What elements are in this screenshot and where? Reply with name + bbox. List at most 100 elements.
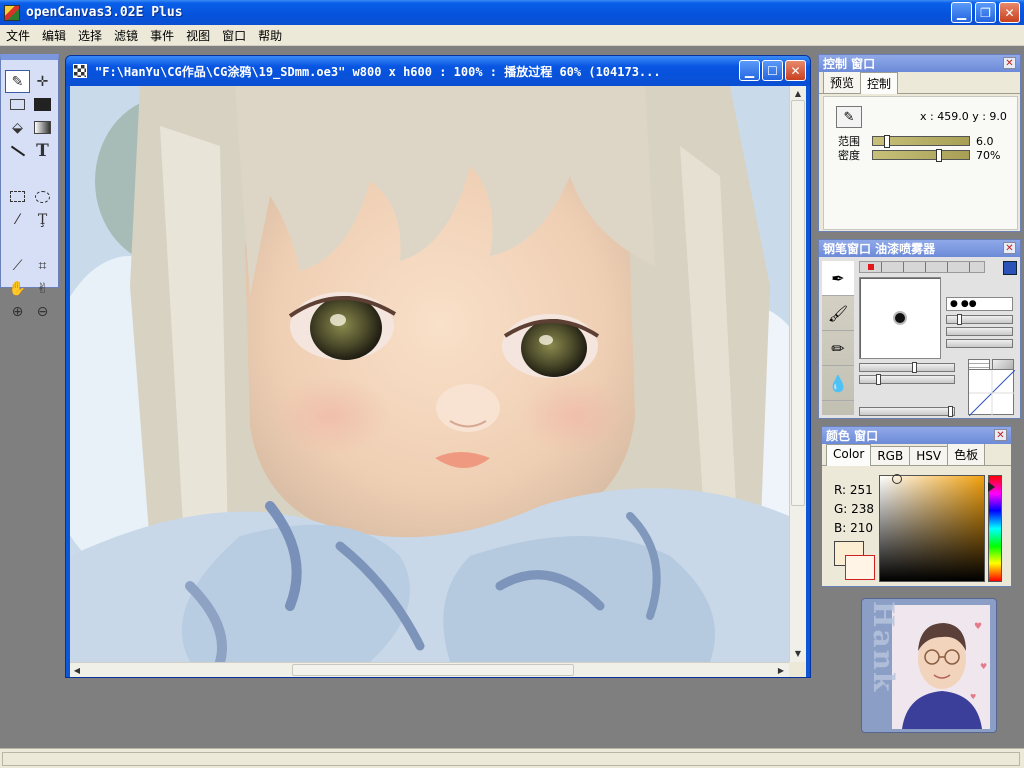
app-titlebar: openCanvas3.02E Plus ▁ ❐ ✕: [0, 0, 1024, 25]
line-tool[interactable]: [5, 139, 30, 162]
app-icon[interactable]: [4, 4, 20, 21]
water-drop-icon: 💧: [828, 373, 848, 393]
move-icon: ✛: [36, 73, 49, 90]
tab-color[interactable]: Color: [826, 444, 872, 466]
density-slider[interactable]: [872, 149, 970, 162]
zoom-out-tool[interactable]: ⊖: [30, 300, 55, 323]
tab-control[interactable]: 控制: [860, 72, 899, 94]
brush-size-ruler[interactable]: [859, 261, 985, 273]
brush-shape-selector[interactable]: ● ●●: [946, 297, 1013, 311]
rect-outline-tool[interactable]: [5, 93, 30, 116]
background-color-swatch[interactable]: [845, 555, 875, 580]
menu-help[interactable]: 帮助: [252, 27, 288, 44]
toolbox: ✎ ✛ ⬙ T ⁄ Ţ ⟋ ⌗ ✋ ✌ ⊕ ⊖: [0, 54, 59, 320]
brush-window-close-button[interactable]: ✕: [1003, 242, 1016, 254]
color-window-header[interactable]: 颜色 窗口 ✕: [822, 427, 1011, 444]
horizontal-scroll-thumb[interactable]: [292, 664, 574, 676]
text-tool[interactable]: T: [30, 139, 55, 162]
tab-preview[interactable]: 预览: [823, 71, 862, 93]
doc-close-button[interactable]: ✕: [785, 60, 806, 81]
bucket-tool[interactable]: ⬙: [5, 116, 30, 139]
airbrush-icon: ✒: [831, 268, 845, 288]
tab-rgb[interactable]: RGB: [870, 446, 911, 465]
close-icon: ✕: [996, 429, 1005, 441]
brush-panel-body: ✒ 🖌 ✏ 💧 ● ●●: [819, 257, 1020, 418]
restore-button[interactable]: ❐: [975, 2, 996, 23]
tab-hsv[interactable]: HSV: [909, 446, 949, 465]
doc-minimize-button[interactable]: ▁: [739, 60, 760, 81]
pen-icon: ✎: [843, 109, 855, 125]
brush-param-slider-3[interactable]: [946, 339, 1013, 348]
range-slider[interactable]: [872, 135, 970, 148]
menu-file[interactable]: 文件: [0, 27, 36, 44]
water-type[interactable]: 💧: [822, 366, 854, 401]
brush-param-slider-6[interactable]: [859, 406, 955, 417]
tool-separator: [5, 231, 55, 235]
cursor-coordinates: x : 459.0 y : 9.0: [920, 110, 1007, 123]
pen-tool[interactable]: ✎: [5, 70, 30, 93]
hand-tool[interactable]: ✋: [5, 277, 30, 300]
color-window-close-button[interactable]: ✕: [994, 429, 1007, 441]
saturation-value-field[interactable]: [879, 474, 985, 582]
doc-maximize-button[interactable]: ☐: [762, 60, 783, 81]
rotate-hand-tool[interactable]: ✌: [30, 277, 55, 300]
horizontal-scrollbar[interactable]: ◀ ▶: [70, 662, 789, 677]
text-select-tool[interactable]: Ţ: [30, 208, 55, 231]
paintbrush-type[interactable]: 🖌: [822, 296, 854, 331]
slider-knob[interactable]: [957, 314, 962, 325]
menu-select[interactable]: 选择: [72, 27, 108, 44]
airbrush-type[interactable]: ✒: [822, 261, 854, 296]
scroll-left-icon[interactable]: ◀: [70, 663, 84, 677]
rect-fill-tool[interactable]: [30, 93, 55, 116]
zoom-in-tool[interactable]: ⊕: [5, 300, 30, 323]
slider-knob[interactable]: [948, 406, 953, 417]
pencil-type[interactable]: ✏: [822, 331, 854, 366]
vertical-scroll-thumb[interactable]: [791, 100, 805, 506]
document-titlebar[interactable]: "F:\HanYu\CG作品\CG涂鸦\19_SDmm.oe3" w800 x …: [66, 56, 810, 86]
brush-param-slider-5[interactable]: [859, 374, 955, 385]
hue-marker-icon[interactable]: [988, 482, 995, 492]
eyedropper-tool[interactable]: ⟋: [5, 254, 30, 277]
control-window-header[interactable]: 控制 窗口 ✕: [819, 55, 1020, 72]
drawing-canvas[interactable]: [70, 86, 789, 662]
vertical-scrollbar[interactable]: ▲ ▼: [789, 86, 806, 662]
brush-param-slider-2[interactable]: [946, 327, 1013, 336]
scroll-down-icon[interactable]: ▼: [791, 646, 805, 660]
minimize-button[interactable]: ▁: [951, 2, 972, 23]
pressure-curve[interactable]: [968, 369, 1015, 416]
scroll-right-icon[interactable]: ▶: [774, 663, 788, 677]
menu-window[interactable]: 窗口: [216, 27, 252, 44]
crop-tool[interactable]: ⌗: [30, 254, 55, 277]
brush-window-header[interactable]: 钢笔窗口 油漆喷雾器 ✕: [819, 240, 1020, 257]
eyedropper-icon: ⟋: [12, 257, 23, 274]
slider-knob[interactable]: [876, 374, 881, 385]
close-button[interactable]: ✕: [999, 2, 1020, 23]
scroll-up-icon[interactable]: ▲: [791, 86, 805, 100]
magic-wand-tool[interactable]: ⁄: [5, 208, 30, 231]
tab-swatches[interactable]: 色板: [947, 443, 986, 465]
menu-view[interactable]: 视图: [180, 27, 216, 44]
brush-param-slider-4[interactable]: [859, 362, 955, 373]
menu-edit[interactable]: 编辑: [36, 27, 72, 44]
app-window-controls: ▁ ❐ ✕: [951, 2, 1020, 23]
pen-mode-button[interactable]: ✎: [836, 106, 862, 128]
gradient-tool[interactable]: [30, 116, 55, 139]
line-icon: [10, 145, 25, 156]
lasso-select-icon: [35, 190, 50, 203]
slider-knob[interactable]: [912, 362, 917, 373]
density-slider-knob[interactable]: [936, 149, 942, 162]
menu-event[interactable]: 事件: [144, 27, 180, 44]
hue-slider[interactable]: [988, 475, 1002, 582]
rect-select-tool[interactable]: [5, 185, 30, 208]
control-window-close-button[interactable]: ✕: [1003, 57, 1016, 69]
lasso-select-tool[interactable]: [30, 185, 55, 208]
save-brush-icon[interactable]: [1003, 261, 1017, 275]
menu-filter[interactable]: 滤镜: [108, 27, 144, 44]
brush-param-slider-1[interactable]: [946, 314, 1013, 325]
brush-preview: [859, 277, 941, 359]
document-icon[interactable]: [73, 64, 87, 78]
round-tip-icon: ●: [950, 299, 958, 309]
color-picker-cursor[interactable]: [892, 474, 902, 484]
move-tool[interactable]: ✛: [30, 70, 55, 93]
ruler-marker[interactable]: [868, 264, 874, 270]
